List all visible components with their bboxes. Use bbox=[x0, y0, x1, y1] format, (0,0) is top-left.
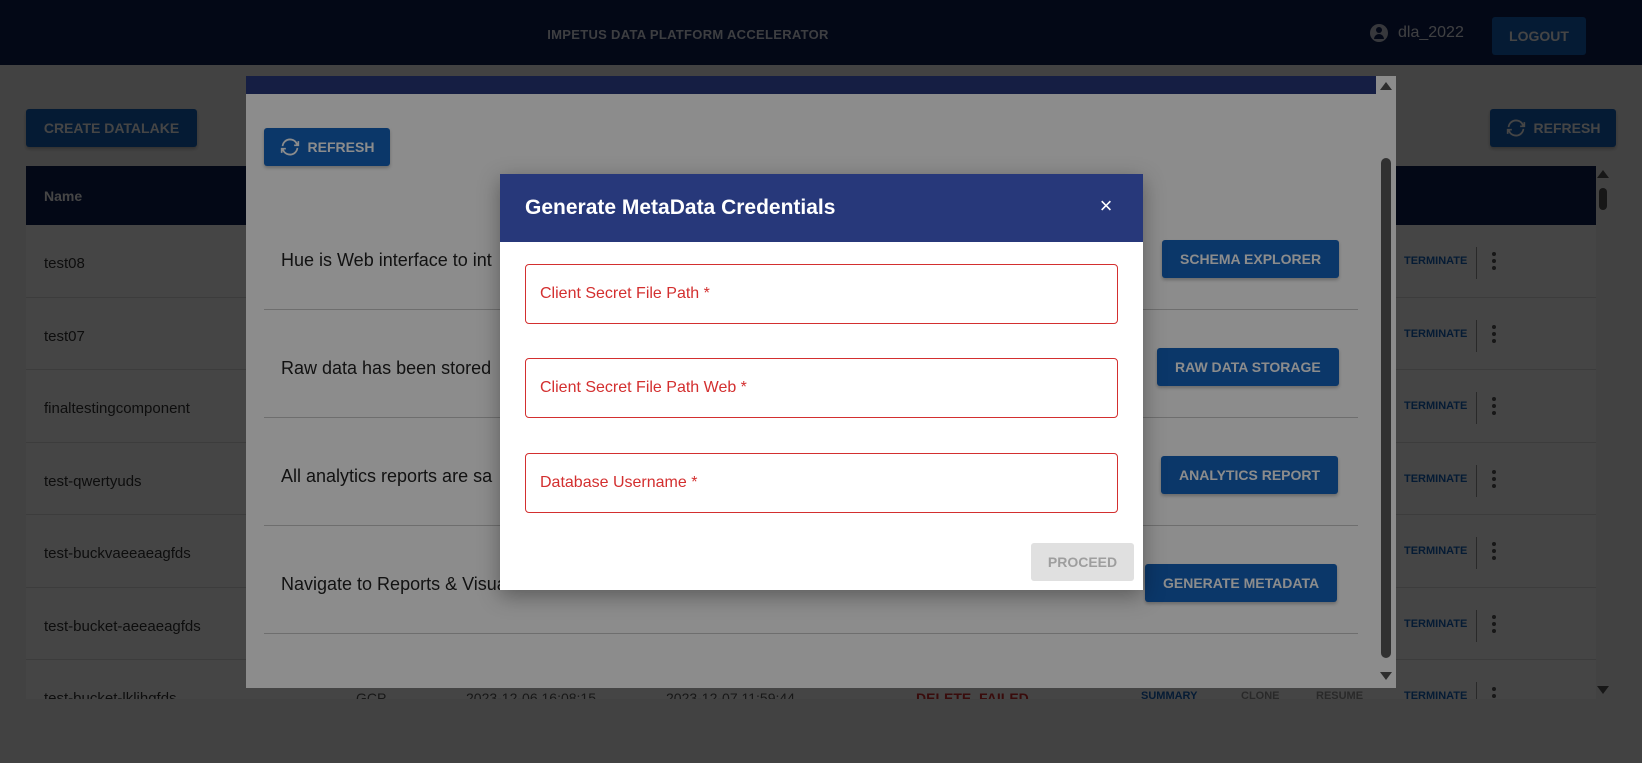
modal-header: Generate MetaData Credentials × bbox=[500, 174, 1143, 242]
client-secret-path-web-input[interactable] bbox=[526, 359, 1117, 417]
database-username-field[interactable] bbox=[525, 453, 1118, 513]
close-icon[interactable]: × bbox=[1094, 194, 1118, 218]
client-secret-path-web-field[interactable] bbox=[525, 358, 1118, 418]
proceed-button[interactable]: PROCEED bbox=[1031, 543, 1134, 581]
database-username-input[interactable] bbox=[526, 454, 1117, 512]
client-secret-path-field[interactable] bbox=[525, 264, 1118, 324]
generate-metadata-dialog: Generate MetaData Credentials × PROCEED bbox=[500, 174, 1143, 590]
client-secret-path-input[interactable] bbox=[526, 265, 1117, 323]
modal-title: Generate MetaData Credentials bbox=[525, 196, 836, 219]
